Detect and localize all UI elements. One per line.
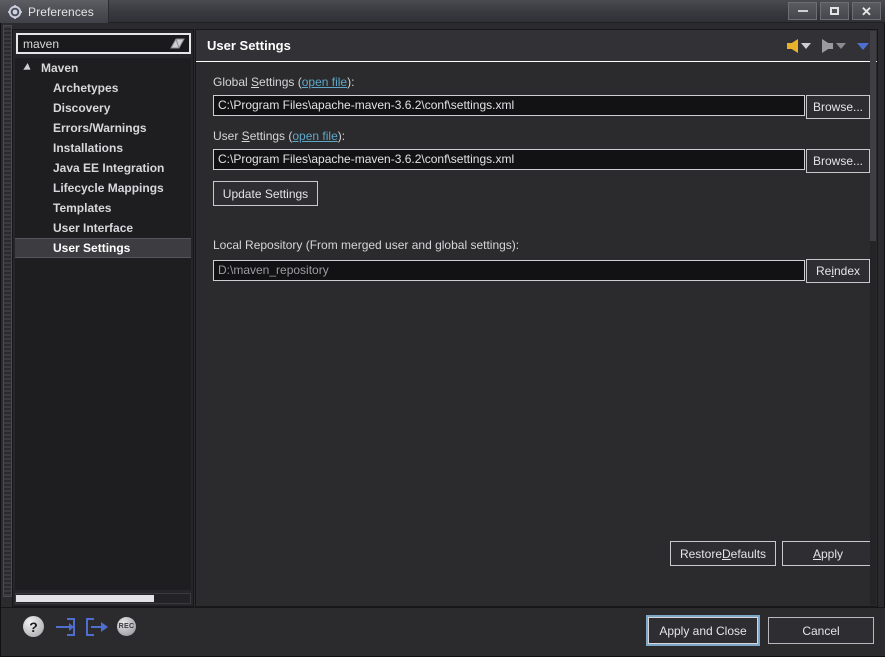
tree-item-java-ee-integration[interactable]: Java EE Integration [15,158,191,178]
close-icon: ✕ [861,3,872,19]
back-history-chevron-down-icon[interactable] [801,43,811,49]
search-box[interactable] [16,33,191,54]
tree-item-label: Templates [53,201,112,215]
tree-item-label: Discovery [53,101,111,115]
tree-item-label: Java EE Integration [53,161,165,175]
local-repository-label: Local Repository (From merged user and g… [213,238,520,252]
window-title: Preferences [28,4,94,19]
expand-triangle-icon[interactable] [23,63,33,73]
tree-horizontal-scrollbar[interactable] [15,593,191,604]
footer-button-group: Apply and Close Cancel [646,615,874,646]
tree-scroll-thumb[interactable] [16,595,154,602]
maximize-icon [830,7,839,15]
tree-item-installations[interactable]: Installations [15,138,191,158]
dialog-footer: ? REC Apply and Close Cancel [1,607,885,656]
global-settings-label: Global Settings (open file): [213,75,355,89]
local-repository-input[interactable]: D:\maven_repository [213,260,805,281]
tree-item-label: Maven [41,61,79,75]
tree-item-discovery[interactable]: Discovery [15,98,191,118]
page-title: User Settings [207,38,291,53]
tree-item-errors-warnings[interactable]: Errors/Warnings [15,118,191,138]
gear-icon [8,4,22,19]
tree-item-label: User Interface [53,221,134,235]
forward-history-chevron-down-icon[interactable] [836,43,846,49]
tree-item-user-interface[interactable]: User Interface [15,218,191,238]
restore-defaults-button[interactable]: Restore Defaults [670,541,776,566]
window-edge-scrollbar[interactable] [3,25,12,597]
search-input[interactable] [21,35,161,52]
window-title-tab: Preferences [0,0,109,23]
global-settings-browse-button[interactable]: Browse... [806,95,870,119]
user-settings-label: User Settings (open file): [213,129,346,143]
minimize-button[interactable] [788,2,817,20]
user-settings-input[interactable]: C:\Program Files\apache-maven-3.6.2\conf… [213,149,805,170]
tree-item-label: Errors/Warnings [53,121,147,135]
minimize-icon [797,10,808,12]
page-header: User Settings [196,30,877,62]
tree-item-maven[interactable]: Maven [15,58,191,78]
apply-button[interactable]: Apply [782,541,874,566]
global-settings-input[interactable]: C:\Program Files\apache-maven-3.6.2\conf… [213,95,805,116]
close-button[interactable]: ✕ [852,2,881,20]
tree-item-lifecycle-mappings[interactable]: Lifecycle Mappings [15,178,191,198]
tree-item-user-settings[interactable]: User Settings [15,238,191,258]
maximize-button[interactable] [820,2,849,20]
tree-item-templates[interactable]: Templates [15,198,191,218]
tree-item-label: Installations [53,141,124,155]
record-icon[interactable]: REC [117,617,136,636]
tree-item-label: Lifecycle Mappings [53,181,164,195]
preferences-tree[interactable]: Maven Archetypes Discovery Errors/Warnings I… [15,58,191,590]
settings-page-panel: User Settings Global Settings (open file… [195,29,878,607]
export-icon[interactable] [85,617,108,637]
reindex-button[interactable]: Re i ndex [806,259,870,283]
update-settings-button[interactable]: Update Settings [213,181,318,206]
user-settings-open-file-link[interactable]: open file [292,129,337,143]
tree-item-label: Archetypes [53,81,119,95]
help-icon[interactable]: ? [23,616,44,637]
cancel-button[interactable]: Cancel [768,617,874,644]
eraser-icon[interactable] [169,37,186,50]
arrow-left-icon[interactable] [787,39,798,53]
page-vertical-scrollbar[interactable] [870,31,876,605]
view-menu-chevron-down-icon[interactable] [857,42,869,50]
tree-item-label: User Settings [53,241,131,255]
tree-item-archetypes[interactable]: Archetypes [15,78,191,98]
settings-form: Global Settings (open file): C:\Program … [196,63,877,606]
global-settings-open-file-link[interactable]: open file [302,75,347,89]
import-icon[interactable] [53,617,76,637]
apply-and-close-button[interactable]: Apply and Close [646,615,760,646]
dialog-body: Maven Archetypes Discovery Errors/Warnings I… [0,23,885,657]
arrow-right-icon[interactable] [822,39,833,53]
title-bar: Preferences ✕ [0,0,885,23]
page-scroll-thumb[interactable] [870,31,876,241]
window-controls: ✕ [788,2,881,20]
user-settings-browse-button[interactable]: Browse... [806,149,870,173]
footer-icon-group: ? REC [23,616,136,637]
preferences-window: Preferences ✕ MavenArchetypesDiscoveryEr [0,0,885,657]
settings-tree-panel: Maven Archetypes Discovery Errors/Warnings I… [12,29,194,607]
page-navigation [787,30,869,62]
